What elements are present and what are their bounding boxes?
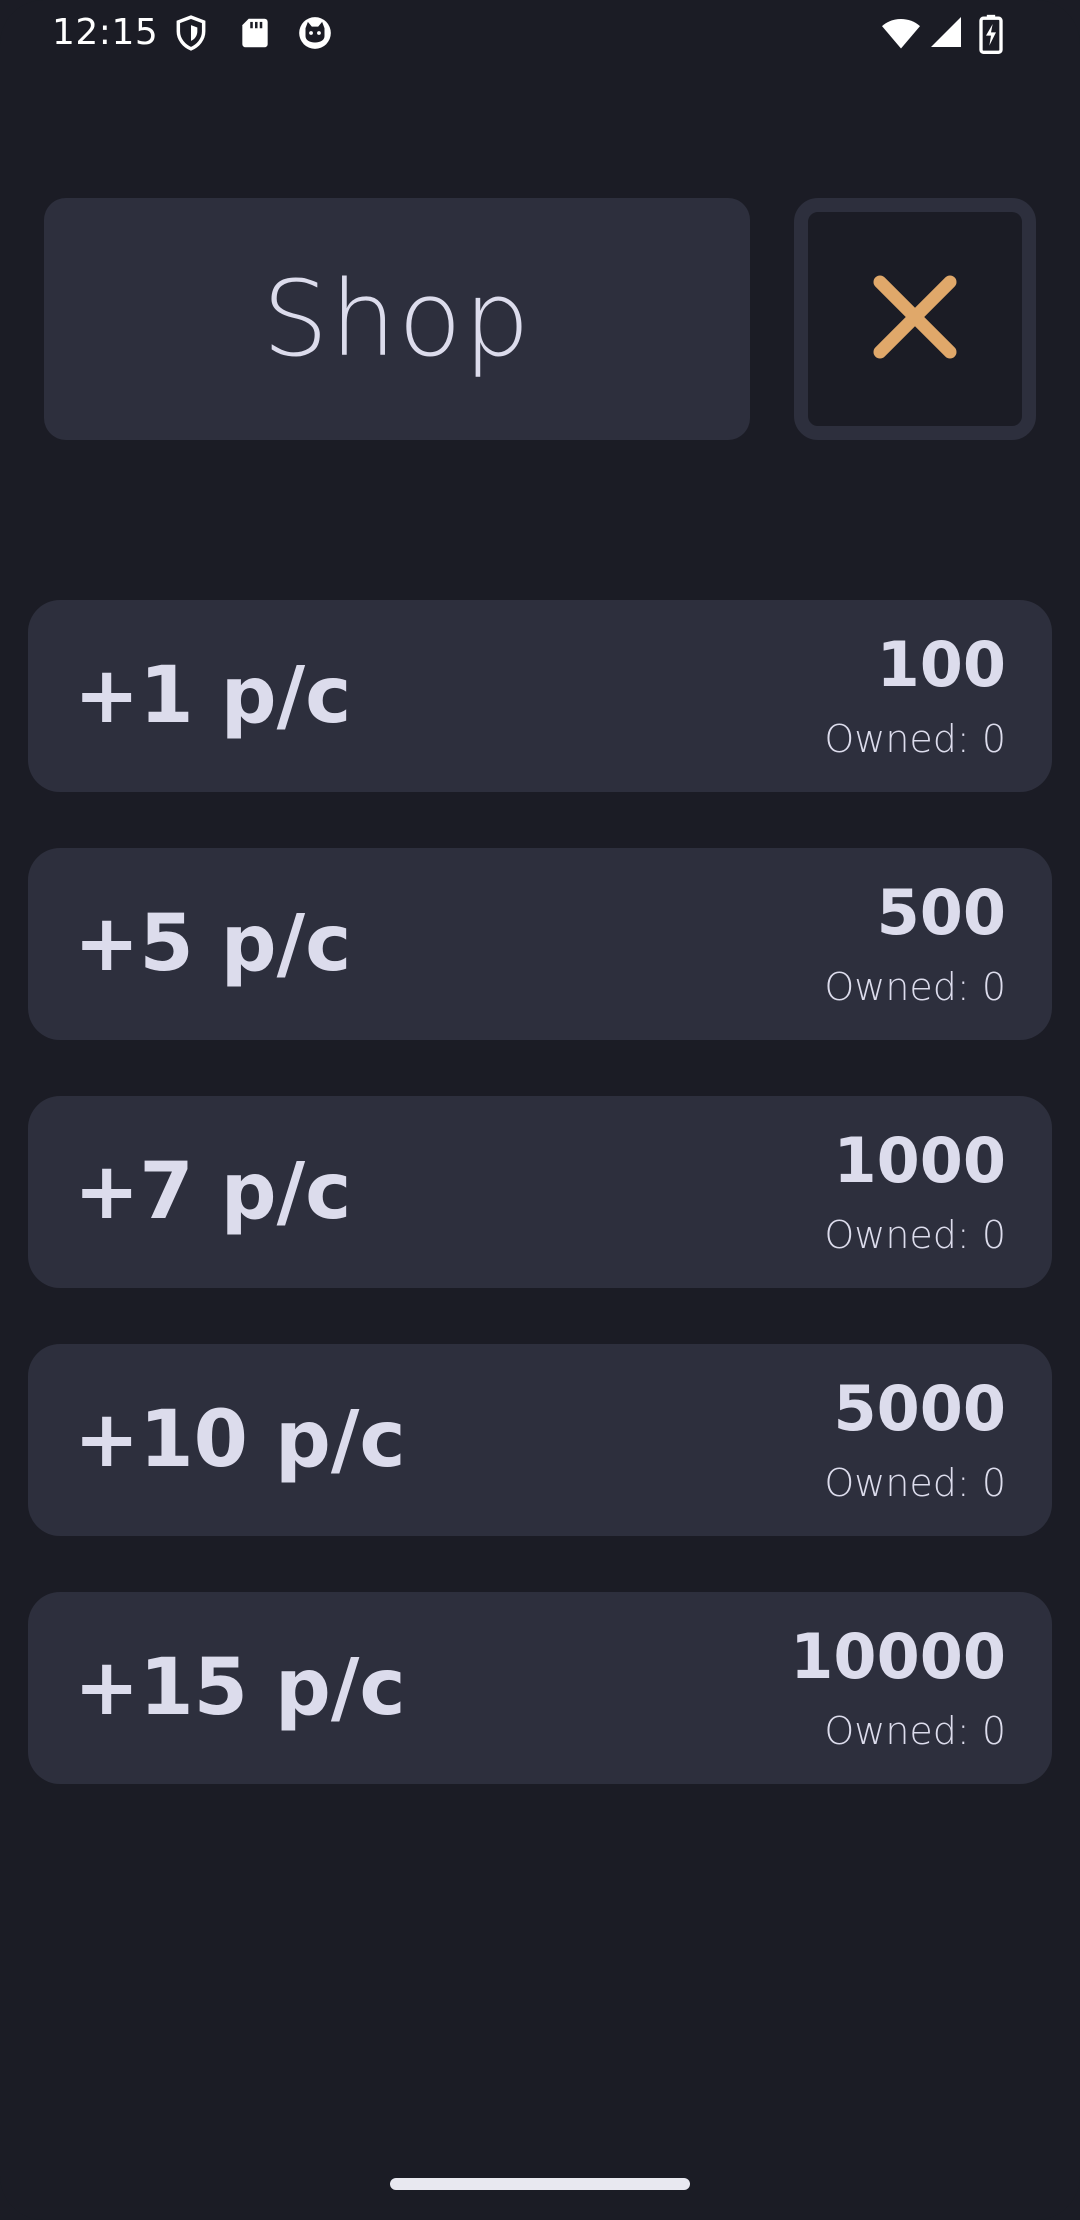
item-label: +7 p/c <box>74 1147 352 1237</box>
battery-charging-icon <box>978 14 1004 54</box>
item-price: 500 <box>876 876 1006 949</box>
shop-item[interactable]: +5 p/c 500 Owned: 0 <box>28 848 1052 1040</box>
close-icon <box>870 272 960 366</box>
item-label: +10 p/c <box>74 1395 406 1485</box>
status-bar: 12:15 <box>0 0 1080 68</box>
item-owned-count: Owned: 0 <box>824 1709 1006 1753</box>
item-price: 1000 <box>833 1124 1006 1197</box>
shop-item[interactable]: +1 p/c 100 Owned: 0 <box>28 600 1052 792</box>
item-label: +15 p/c <box>74 1643 406 1733</box>
close-button[interactable] <box>794 198 1036 440</box>
item-label: +1 p/c <box>74 651 352 741</box>
shield-icon <box>172 14 210 52</box>
item-label: +5 p/c <box>74 899 352 989</box>
shop-item[interactable]: +10 p/c 5000 Owned: 0 <box>28 1344 1052 1536</box>
item-price: 5000 <box>833 1372 1006 1445</box>
shop-screen: 12:15 Shop +1 p/c 100 Owned: 0 +5 p/c 50… <box>0 0 1080 2220</box>
home-indicator[interactable] <box>390 2178 690 2190</box>
item-owned-count: Owned: 0 <box>824 1213 1006 1257</box>
cell-signal-icon <box>928 14 964 52</box>
item-owned-count: Owned: 0 <box>824 1461 1006 1505</box>
item-price: 100 <box>876 628 1006 701</box>
shop-item[interactable]: +15 p/c 10000 Owned: 0 <box>28 1592 1052 1784</box>
shop-item[interactable]: +7 p/c 1000 Owned: 0 <box>28 1096 1052 1288</box>
cat-face-icon <box>296 14 334 52</box>
title-box: Shop <box>44 198 750 440</box>
item-owned-count: Owned: 0 <box>824 717 1006 761</box>
status-time: 12:15 <box>52 12 159 53</box>
sd-card-icon <box>236 14 274 52</box>
page-title: Shop <box>262 258 532 380</box>
wifi-icon <box>880 14 922 52</box>
item-owned-count: Owned: 0 <box>824 965 1006 1009</box>
item-price: 10000 <box>790 1620 1006 1693</box>
